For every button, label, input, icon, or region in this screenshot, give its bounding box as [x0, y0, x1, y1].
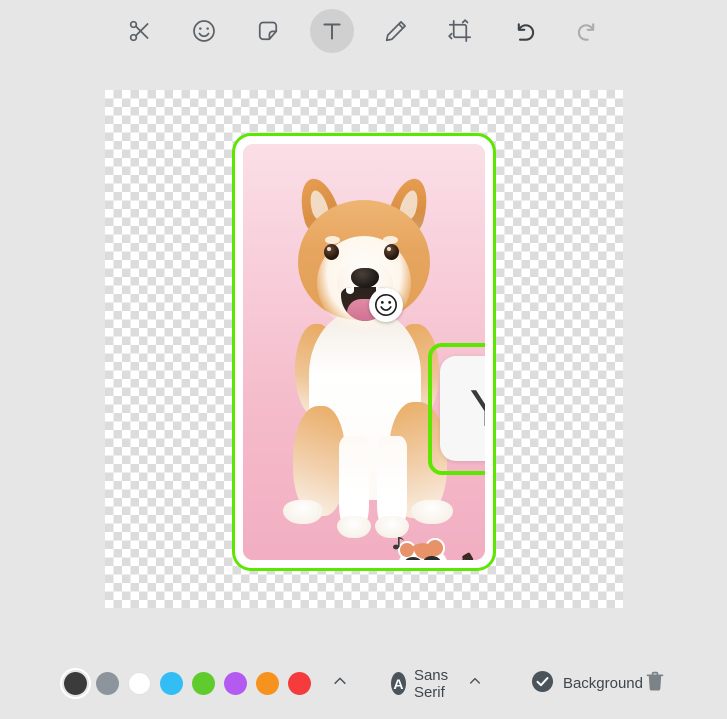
bottom-toolbar: A Sans Serif Background — [0, 648, 727, 719]
dog-paw-side-right — [410, 500, 453, 524]
image-object[interactable]: Yo 😁 — [234, 136, 493, 568]
sticker-icon — [255, 18, 281, 44]
undo-arrow-icon — [511, 18, 537, 44]
chevron-up-icon — [331, 672, 349, 695]
text-tool[interactable] — [309, 9, 354, 53]
color-swatch-white[interactable] — [128, 672, 151, 695]
hamster-guitar-sticker[interactable] — [389, 530, 475, 560]
redo-arrow-icon — [575, 18, 601, 44]
undo-button[interactable] — [502, 9, 546, 53]
canvas-area: Yo 😁 — [0, 62, 727, 648]
dog-eye-right — [383, 244, 399, 260]
dog-brow-left — [324, 236, 340, 244]
font-selector[interactable]: A Sans Serif — [391, 667, 483, 701]
photo-content: Yo 😁 — [242, 144, 485, 560]
color-swatch-black[interactable] — [60, 668, 91, 699]
text-overlay[interactable]: Yo — [439, 356, 485, 461]
transparency-canvas[interactable]: Yo 😁 — [104, 90, 623, 608]
color-swatch-purple[interactable] — [224, 672, 247, 695]
background-toggle-label: Background — [562, 675, 643, 692]
font-name-label: Sans Serif — [413, 666, 449, 701]
chevron-up-icon — [467, 673, 483, 694]
dog-eye-left — [323, 244, 339, 260]
text-t-icon — [319, 18, 345, 44]
scissors-icon — [127, 18, 153, 44]
pencil-icon — [383, 18, 409, 44]
palette-expand-button[interactable] — [329, 673, 351, 695]
color-swatch-green[interactable] — [192, 672, 215, 695]
dog-paw-side-left — [282, 500, 323, 524]
color-palette — [60, 668, 351, 699]
font-a-icon: A — [391, 672, 406, 695]
redo-button[interactable] — [566, 9, 610, 53]
dog-brow-right — [382, 236, 398, 244]
smiley-icon — [191, 18, 217, 44]
color-swatch-blue[interactable] — [160, 672, 183, 695]
trash-icon — [643, 669, 667, 698]
dog-nose — [350, 268, 379, 288]
crop-tool[interactable] — [438, 9, 482, 53]
check-circle-icon — [531, 670, 554, 698]
background-toggle[interactable]: Background — [531, 670, 643, 698]
color-swatch-gray[interactable] — [96, 672, 119, 695]
color-swatch-orange[interactable] — [256, 672, 279, 695]
top-toolbar — [0, 0, 727, 62]
crop-icon — [447, 18, 473, 44]
draw-tool[interactable] — [374, 9, 418, 53]
text-overlay-value: Yo — [470, 383, 485, 435]
delete-button[interactable] — [643, 669, 667, 699]
smiley-circle-sticker[interactable] — [368, 288, 403, 322]
sticker-tool[interactable] — [246, 9, 290, 53]
crop-scissors-tool[interactable] — [118, 9, 162, 53]
color-swatch-red[interactable] — [288, 672, 311, 695]
emoji-tool[interactable] — [182, 9, 226, 53]
dog-paw-left — [336, 516, 371, 538]
